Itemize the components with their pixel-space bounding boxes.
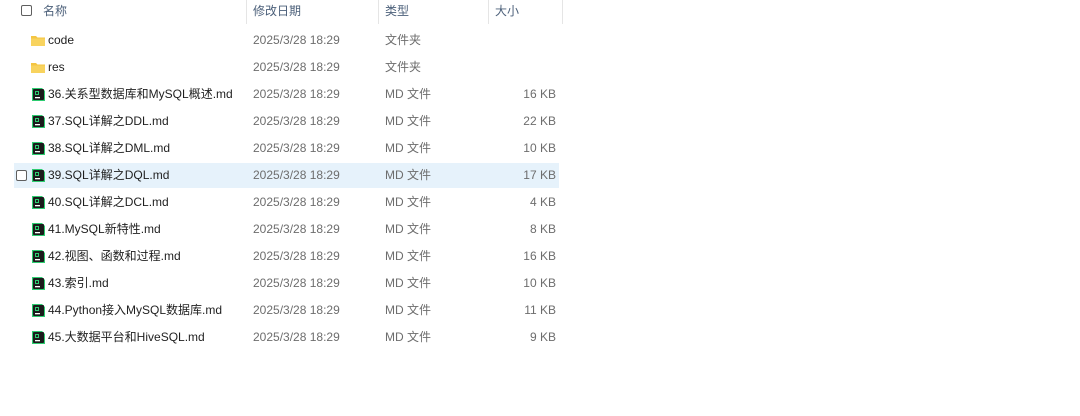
- file-name: 36.关系型数据库和MySQL概述.md: [48, 87, 233, 101]
- folder-icon: [30, 60, 46, 75]
- file-modified-date: 2025/3/28 18:29: [253, 114, 340, 128]
- md-file-icon: [30, 303, 46, 318]
- file-size: 11 KB: [524, 303, 556, 317]
- file-size: 17 KB: [523, 168, 556, 182]
- file-name: 44.Python接入MySQL数据库.md: [48, 303, 223, 317]
- file-modified-date: 2025/3/28 18:29: [253, 195, 340, 209]
- file-name: 42.视图、函数和过程.md: [48, 249, 181, 263]
- file-row[interactable]: code 2025/3/28 18:29 文件夹: [14, 28, 559, 53]
- folder-icon: [30, 33, 46, 48]
- file-size: 10 KB: [523, 141, 556, 155]
- md-file-icon: [30, 114, 46, 129]
- file-name: 37.SQL详解之DDL.md: [48, 114, 169, 128]
- file-name: code: [48, 33, 75, 47]
- file-row[interactable]: 39.SQL详解之DQL.md 2025/3/28 18:29 MD 文件 17 KB: [14, 163, 559, 188]
- file-row[interactable]: res 2025/3/28 18:29 文件夹: [14, 55, 559, 80]
- file-modified-date: 2025/3/28 18:29: [253, 222, 340, 236]
- file-row[interactable]: 36.关系型数据库和MySQL概述.md 2025/3/28 18:29 MD 文件…: [14, 82, 559, 107]
- file-type: MD 文件: [385, 222, 431, 236]
- file-size: 4 KB: [529, 195, 556, 209]
- file-row[interactable]: 42.视图、函数和过程.md 2025/3/28 18:29 MD 文件 16 KB: [14, 244, 559, 269]
- file-name: 39.SQL详解之DQL.md: [48, 168, 170, 182]
- file-name: 41.MySQL新特性.md: [48, 222, 161, 236]
- file-size: 16 KB: [523, 249, 556, 263]
- select-all-checkbox[interactable]: [21, 5, 32, 16]
- md-file-icon: [30, 249, 46, 264]
- file-size: 9 KB: [529, 330, 556, 344]
- md-file-icon: [30, 222, 46, 237]
- file-type: MD 文件: [385, 141, 431, 155]
- file-row[interactable]: 40.SQL详解之DCL.md 2025/3/28 18:29 MD 文件 4 KB: [14, 190, 559, 215]
- md-file-icon: [30, 276, 46, 291]
- file-size: 8 KB: [529, 222, 556, 236]
- md-file-icon: [30, 195, 46, 210]
- file-size: [454, 28, 556, 53]
- file-name: 45.大数据平台和HiveSQL.md: [48, 330, 205, 344]
- file-modified-date: 2025/3/28 18:29: [253, 87, 340, 101]
- file-modified-date: 2025/3/28 18:29: [253, 141, 340, 155]
- file-modified-date: 2025/3/28 18:29: [253, 249, 340, 263]
- column-divider[interactable]: [246, 0, 247, 24]
- file-type: MD 文件: [385, 195, 431, 209]
- file-explorer-list: 名称 ^ 修改日期 类型 大小 code2025/3/28 18:29文件夹re…: [0, 0, 1080, 416]
- file-name: 40.SQL详解之DCL.md: [48, 195, 169, 209]
- modified-column-header[interactable]: 修改日期: [253, 0, 301, 24]
- file-type: MD 文件: [385, 303, 431, 317]
- file-size: 10 KB: [523, 276, 556, 290]
- md-file-icon: [30, 87, 46, 102]
- column-divider[interactable]: [378, 0, 379, 24]
- md-file-icon: [30, 141, 46, 156]
- file-modified-date: 2025/3/28 18:29: [253, 168, 340, 182]
- file-size: 22 KB: [523, 114, 556, 128]
- file-modified-date: 2025/3/28 18:29: [253, 330, 340, 344]
- row-checkbox[interactable]: [16, 170, 27, 181]
- file-type: MD 文件: [385, 114, 431, 128]
- file-row[interactable]: 43.索引.md 2025/3/28 18:29 MD 文件 10 KB: [14, 271, 559, 296]
- file-row[interactable]: 38.SQL详解之DML.md 2025/3/28 18:29 MD 文件 10 KB: [14, 136, 559, 161]
- file-type: MD 文件: [385, 249, 431, 263]
- file-modified-date: 2025/3/28 18:29: [253, 303, 340, 317]
- file-type: 文件夹: [385, 33, 422, 47]
- file-type: 文件夹: [385, 60, 422, 74]
- file-name: 43.索引.md: [48, 276, 109, 290]
- file-row[interactable]: 37.SQL详解之DDL.md 2025/3/28 18:29 MD 文件 22 KB: [14, 109, 559, 134]
- file-modified-date: 2025/3/28 18:29: [253, 60, 340, 74]
- column-divider[interactable]: [488, 0, 489, 24]
- column-header: 名称 ^ 修改日期 类型 大小: [0, 0, 564, 24]
- file-modified-date: 2025/3/28 18:29: [253, 276, 340, 290]
- file-type: MD 文件: [385, 168, 431, 182]
- type-column-header[interactable]: 类型: [385, 0, 409, 24]
- file-modified-date: 2025/3/28 18:29: [253, 33, 340, 47]
- file-type: MD 文件: [385, 87, 431, 101]
- md-file-icon: [30, 168, 46, 183]
- file-type: MD 文件: [385, 330, 431, 344]
- file-size: [454, 55, 556, 80]
- column-divider[interactable]: [562, 0, 563, 24]
- size-column-header[interactable]: 大小: [495, 0, 519, 24]
- file-name: res: [48, 60, 65, 74]
- chevron-up-icon: ^: [128, 0, 138, 3]
- file-row[interactable]: 41.MySQL新特性.md 2025/3/28 18:29 MD 文件 8 KB: [14, 217, 559, 242]
- file-type: MD 文件: [385, 276, 431, 290]
- file-row[interactable]: 45.大数据平台和HiveSQL.md 2025/3/28 18:29 MD 文件 9…: [14, 325, 559, 350]
- md-file-icon: [30, 330, 46, 345]
- file-size: 16 KB: [523, 87, 556, 101]
- file-row[interactable]: 44.Python接入MySQL数据库.md 2025/3/28 18:29 MD …: [14, 298, 559, 323]
- name-column-header[interactable]: 名称: [43, 0, 67, 24]
- file-name: 38.SQL详解之DML.md: [48, 141, 171, 155]
